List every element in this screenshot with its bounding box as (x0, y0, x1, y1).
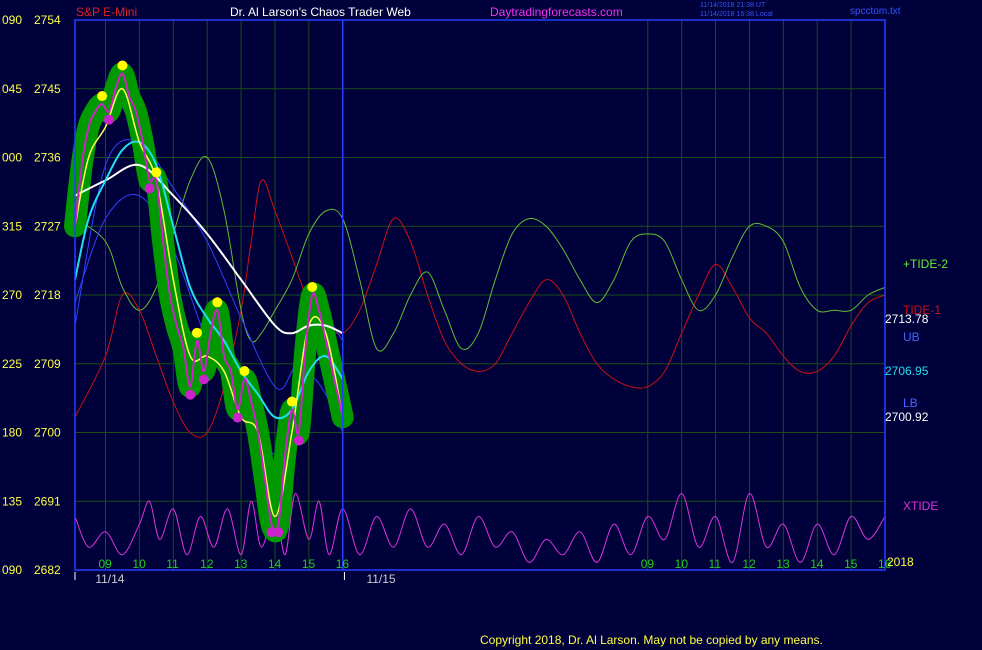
swing-low-marker (185, 389, 196, 400)
swing-high-marker (286, 396, 297, 407)
x-tick-label: 16 (336, 557, 350, 571)
date-label: 11/15 (366, 572, 395, 586)
x-tick-label: 11 (166, 557, 179, 571)
x-tick-label: 11 (709, 557, 722, 571)
y-price-label: 2709 (34, 357, 61, 371)
y-price-label: 2736 (34, 151, 61, 165)
copyright: Copyright 2018, Dr. Al Larson. May not b… (480, 633, 823, 647)
timestamp-local: 11/14/2018 16:38 Local (700, 11, 773, 18)
y-angle-label: 270 (2, 288, 22, 302)
y-price-label: 2718 (34, 288, 61, 302)
x-tick-label: 13 (776, 557, 790, 571)
y-angle-label: 045 (2, 82, 22, 96)
right-label: UB (903, 330, 920, 344)
swing-low-marker (273, 527, 284, 538)
swing-high-marker (97, 91, 108, 102)
y-angle-label: 000 (2, 151, 22, 165)
swing-low-marker (293, 435, 304, 446)
x-tick-label: 10 (675, 557, 689, 571)
swing-high-marker (212, 297, 223, 308)
swing-high-marker (117, 60, 128, 71)
y-price-label: 2745 (34, 82, 61, 96)
site-link[interactable]: Daytradingforecasts.com (490, 5, 623, 19)
chart-window: 090 2754 045 2745 000 2736 315 2727 270 2718 225 27… (0, 0, 982, 650)
chaos-trader-chart: 090 2754 045 2745 000 2736 315 2727 270 2718 225 27… (0, 0, 982, 650)
swing-low-marker (198, 374, 209, 385)
y-price-label: 2700 (34, 426, 61, 440)
y-price-label: 2727 (34, 219, 61, 233)
right-label: LB (903, 396, 918, 410)
swing-low-marker (232, 412, 243, 423)
chart-title: Dr. Al Larson's Chaos Trader Web (230, 5, 411, 19)
y-angle-label: 315 (2, 219, 22, 233)
x-tick-label: 09 (641, 557, 655, 571)
x-tick-label: 15 (302, 557, 316, 571)
year-label: 2018 (887, 555, 914, 569)
y-angle-label: 090 (2, 563, 22, 577)
swing-high-marker (239, 366, 250, 377)
right-label: 2700.92 (885, 410, 929, 424)
swing-high-marker (151, 167, 162, 178)
file-name: spcctom.txt (850, 6, 901, 17)
y-price-label: 2691 (34, 494, 61, 508)
swing-high-marker (192, 327, 203, 338)
y-price-label: 2754 (34, 13, 61, 27)
y-angle-label: 225 (2, 357, 22, 371)
right-label: 2713.78 (885, 312, 929, 326)
x-tick-label: 15 (844, 557, 858, 571)
swing-low-marker (103, 114, 114, 125)
x-tick-label: 12 (742, 557, 756, 571)
date-label: 11/14 (95, 572, 124, 586)
y-angle-label: 135 (2, 494, 22, 508)
x-tick-label: 10 (132, 557, 146, 571)
x-tick-label: 14 (268, 557, 282, 571)
swing-high-marker (307, 282, 318, 292)
y-price-label: 2682 (34, 563, 61, 577)
swing-low-marker (144, 183, 155, 194)
right-label: XTIDE (903, 499, 938, 513)
x-tick-label: 09 (99, 557, 113, 571)
timestamp-utc: 11/14/2018 21:38 UT (700, 2, 766, 9)
x-tick-label: 14 (810, 557, 824, 571)
chart-symbol-label: S&P E-Mini (76, 5, 137, 19)
right-label: 2706.95 (885, 364, 929, 378)
x-tick-label: 13 (234, 557, 248, 571)
x-tick-label: 12 (200, 557, 214, 571)
y-angle-label: 180 (2, 426, 22, 440)
y-angle-label: 090 (2, 13, 22, 27)
right-label: +TIDE-2 (903, 257, 948, 271)
